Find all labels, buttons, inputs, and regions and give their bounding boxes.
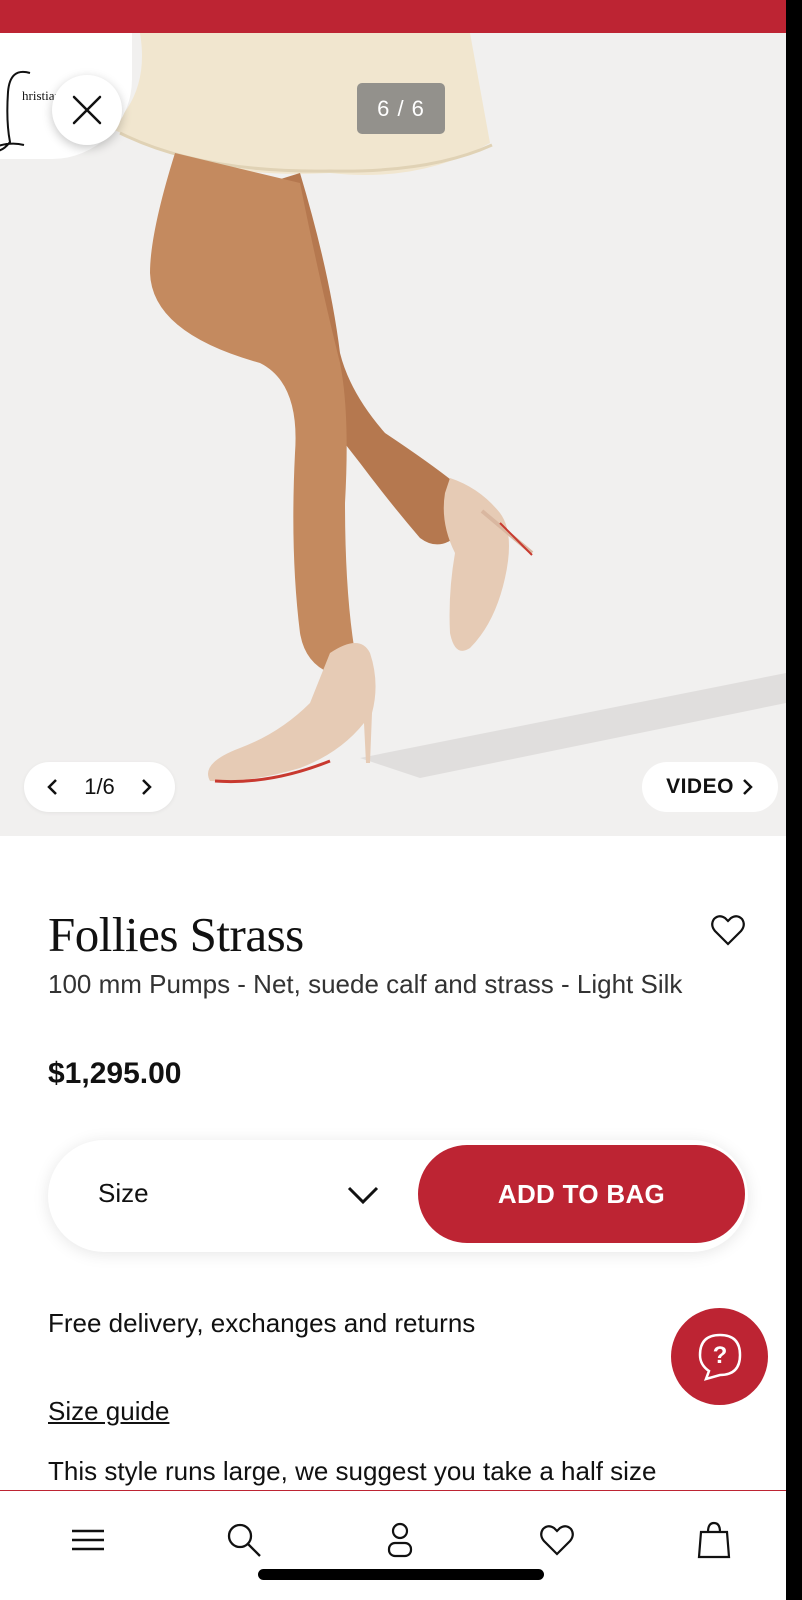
pager-text: 1/6 — [84, 774, 115, 799]
home-indicator — [258, 1569, 544, 1580]
tab-search[interactable] — [222, 1518, 266, 1562]
chevron-right-icon — [743, 779, 753, 795]
wishlist-button[interactable] — [708, 910, 748, 950]
image-counter: 6 / 6 — [357, 83, 445, 134]
account-icon — [387, 1522, 413, 1558]
tab-account[interactable] — [378, 1518, 422, 1562]
help-chat-button[interactable]: ? — [671, 1308, 768, 1405]
product-image[interactable] — [0, 33, 786, 836]
chat-help-icon: ? — [698, 1333, 741, 1381]
tab-menu[interactable] — [66, 1518, 110, 1562]
delivery-info: Free delivery, exchanges and returns — [48, 1308, 476, 1338]
menu-icon — [72, 1529, 104, 1551]
size-dropdown-toggle[interactable] — [345, 1180, 381, 1208]
product-price: $1,295.00 — [48, 1057, 182, 1090]
size-select[interactable]: Size — [98, 1178, 149, 1209]
size-advice: This style runs large, we suggest you ta… — [48, 1456, 657, 1486]
image-pager: 1/6 — [24, 762, 175, 812]
size-guide-link[interactable]: Size guide — [48, 1396, 169, 1427]
video-label: VIDEO — [666, 775, 734, 798]
tab-wishlist[interactable] — [535, 1518, 579, 1562]
search-icon — [227, 1523, 261, 1557]
heart-icon — [711, 915, 745, 946]
video-button[interactable]: VIDEO — [642, 762, 778, 812]
close-button[interactable] — [52, 75, 122, 145]
close-icon — [72, 95, 102, 125]
chevron-down-icon — [347, 1186, 379, 1205]
prev-image-button[interactable] — [42, 777, 62, 797]
add-to-bag-button[interactable]: ADD TO BAG — [418, 1145, 745, 1243]
product-description: 100 mm Pumps - Net, suede calf and stras… — [48, 969, 683, 999]
product-photo — [110, 33, 786, 784]
product-title: Follies Strass — [48, 907, 304, 962]
next-image-button[interactable] — [137, 777, 157, 797]
edge-strip — [786, 0, 802, 1600]
status-bar — [0, 0, 786, 33]
logo-script-mark — [0, 70, 31, 152]
heart-icon — [540, 1525, 574, 1556]
bag-icon — [697, 1521, 731, 1559]
tab-bag[interactable] — [692, 1518, 736, 1562]
chevron-left-icon — [47, 779, 57, 795]
svg-text:?: ? — [712, 1342, 727, 1369]
chevron-right-icon — [142, 779, 152, 795]
